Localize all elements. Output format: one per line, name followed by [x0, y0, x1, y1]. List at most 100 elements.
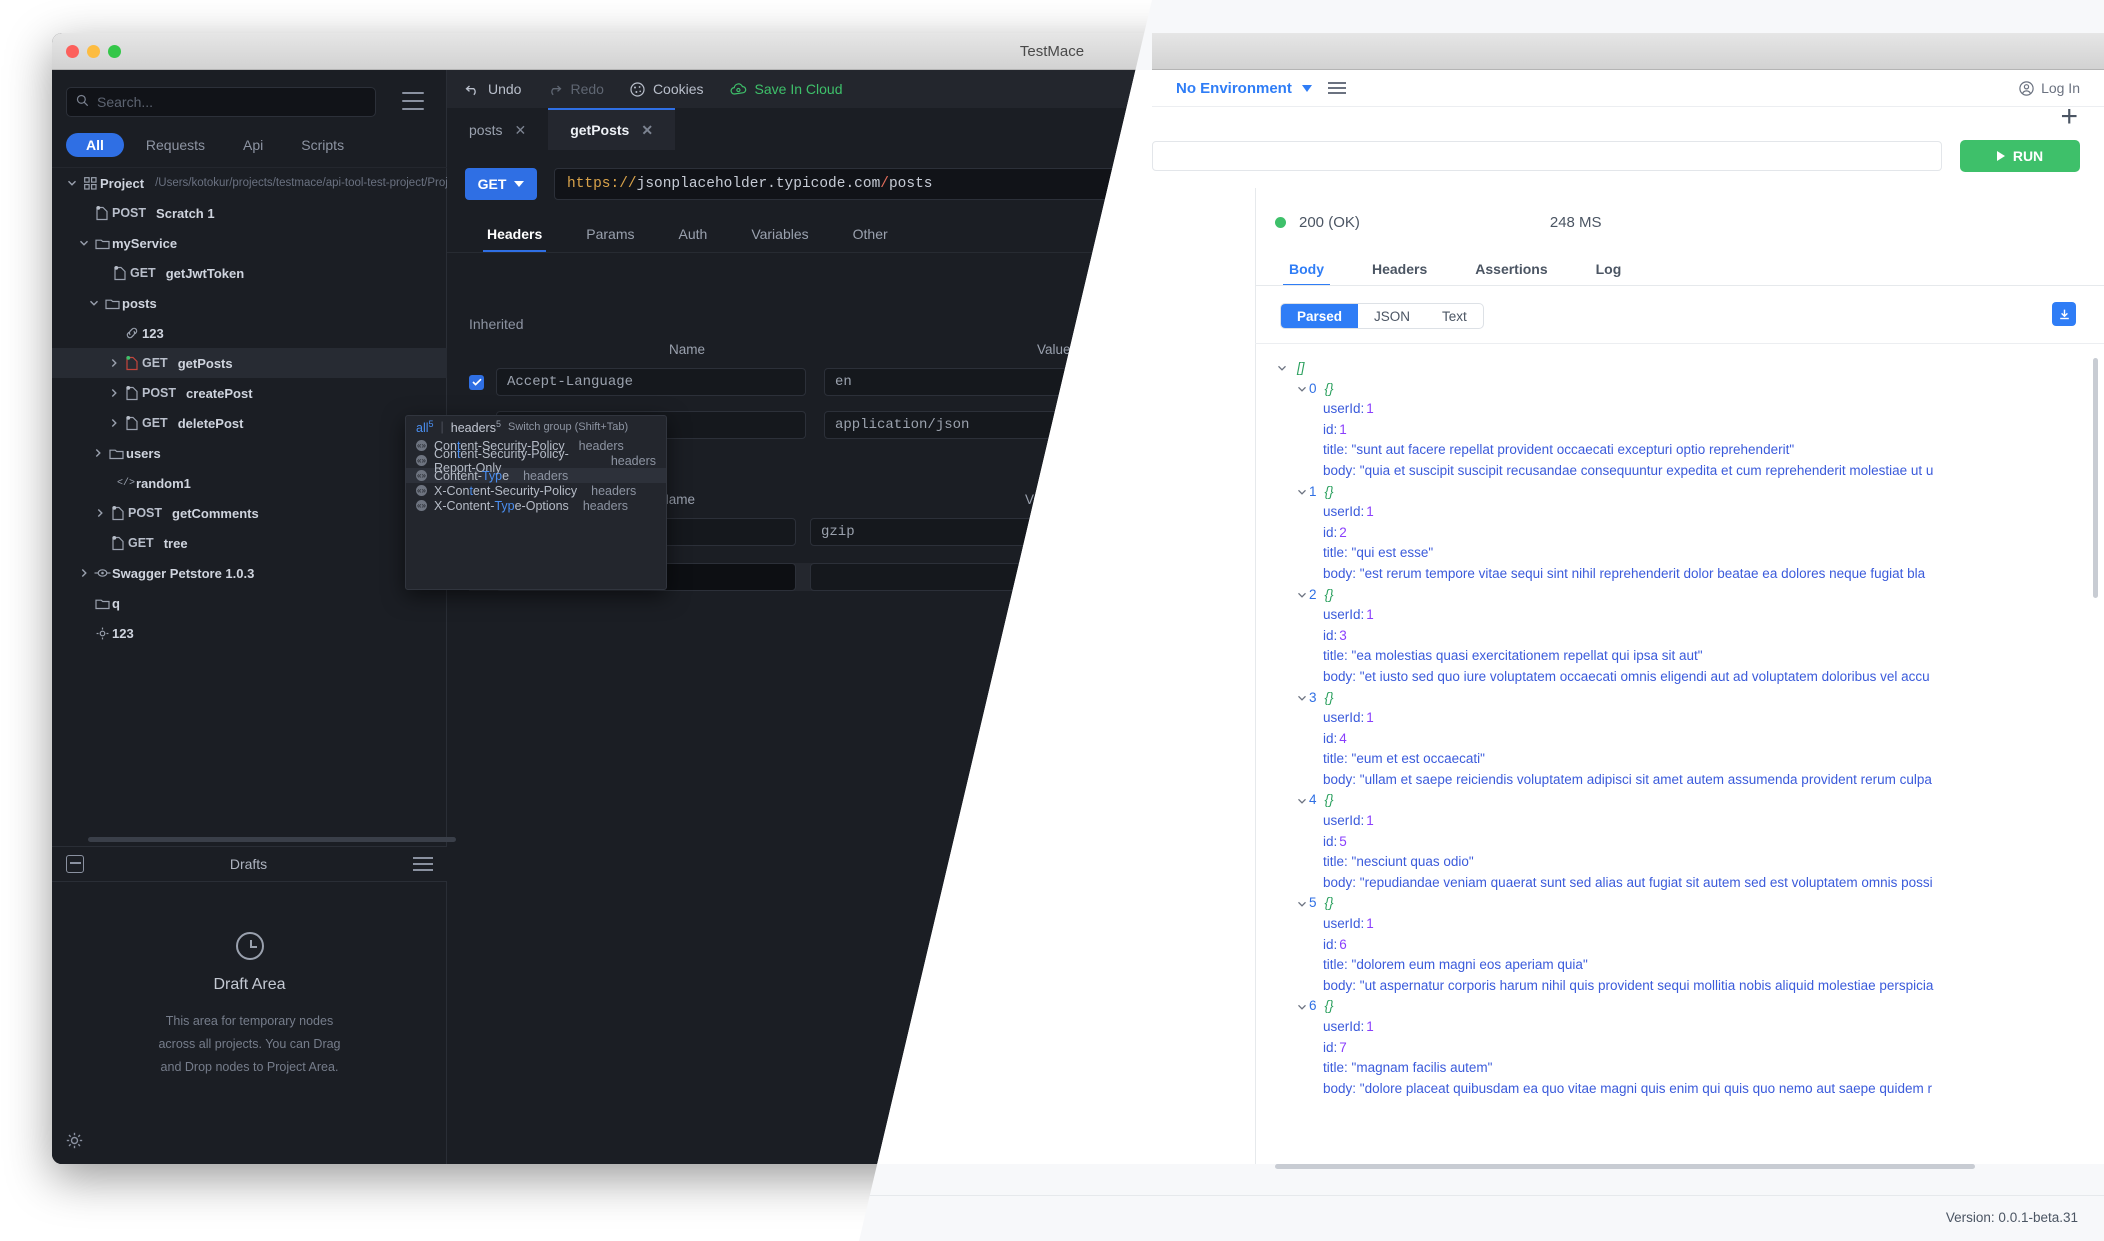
- json-vertical-scrollbar[interactable]: [2093, 358, 2098, 598]
- view-mode-parsed[interactable]: Parsed: [1281, 304, 1358, 328]
- light-url-input[interactable]: [1152, 141, 1942, 171]
- header-badge-icon: «»: [416, 470, 427, 481]
- tree-item-myservice[interactable]: myService: [52, 228, 447, 258]
- cookies-button[interactable]: Cookies: [630, 81, 704, 97]
- http-method-select[interactable]: GET: [465, 168, 537, 200]
- json-node[interactable]: 5 {}: [1275, 893, 2086, 914]
- settings-gear-icon[interactable]: [66, 1132, 83, 1154]
- tree-item-tree[interactable]: GET tree: [52, 528, 447, 558]
- chevron-right-icon[interactable]: [106, 358, 122, 368]
- json-index: 6: [1309, 996, 1317, 1017]
- chevron-right-icon[interactable]: [92, 508, 108, 518]
- environment-menu-icon[interactable]: [1328, 82, 1346, 94]
- chevron-down-icon[interactable]: [1275, 363, 1289, 373]
- json-node[interactable]: 1 {}: [1275, 482, 2086, 503]
- chevron-down-icon[interactable]: [1295, 693, 1309, 703]
- response-tab-log[interactable]: Log: [1572, 261, 1646, 286]
- tree-item-123-link[interactable]: 123: [52, 318, 447, 348]
- sidebar-horizontal-scrollbar[interactable]: [88, 837, 456, 842]
- login-button[interactable]: Log In: [2019, 80, 2080, 96]
- view-mode-json[interactable]: JSON: [1358, 304, 1426, 328]
- json-node[interactable]: 6 {}: [1275, 996, 2086, 1017]
- autocomplete-item[interactable]: «» Content-Security-Policy-Report-Only h…: [406, 453, 666, 468]
- tree-item-createpost[interactable]: POST createPost: [52, 378, 447, 408]
- json-node[interactable]: 4 {}: [1275, 790, 2086, 811]
- search-input[interactable]: Search...: [66, 87, 376, 117]
- save-in-cloud-button[interactable]: Save In Cloud: [730, 81, 843, 97]
- sidebar-filter-requests[interactable]: Requests: [130, 133, 221, 157]
- response-tab-assertions[interactable]: Assertions: [1451, 261, 1571, 286]
- header-enabled-checkbox[interactable]: [469, 375, 484, 390]
- environment-select[interactable]: No Environment: [1176, 80, 1292, 97]
- autocomplete-group-headers[interactable]: headers5: [451, 419, 501, 435]
- autocomplete-group-all[interactable]: all5: [416, 419, 434, 435]
- autocomplete-popup[interactable]: all5 | headers5 Switch group (Shift+Tab)…: [405, 415, 667, 590]
- tab-close-icon[interactable]: ✕: [641, 122, 653, 139]
- chevron-right-icon[interactable]: [90, 448, 106, 458]
- sidebar-filter-scripts[interactable]: Scripts: [285, 133, 360, 157]
- chevron-down-icon[interactable]: [1295, 1002, 1309, 1012]
- chevron-down-icon[interactable]: [86, 298, 102, 308]
- chevron-right-icon[interactable]: [106, 418, 122, 428]
- json-leaf: title: "magnam facilis autem": [1275, 1058, 2086, 1079]
- undo-button[interactable]: Undo: [465, 81, 521, 97]
- tree-item-123-node[interactable]: 123: [52, 618, 447, 648]
- sidebar-filter-api[interactable]: Api: [227, 133, 279, 157]
- json-root[interactable]: []: [1275, 358, 2086, 379]
- chevron-right-icon[interactable]: [106, 388, 122, 398]
- tree-item-getjwttoken[interactable]: GET getJwtToken: [52, 258, 447, 288]
- chevron-down-icon[interactable]: [1295, 899, 1309, 909]
- request-tab-getposts[interactable]: getPosts ✕: [548, 108, 675, 150]
- tree-item-users-folder[interactable]: users: [52, 438, 447, 468]
- view-mode-text[interactable]: Text: [1426, 304, 1483, 328]
- run-button[interactable]: RUN: [1960, 140, 2080, 172]
- chevron-down-icon[interactable]: [1295, 487, 1309, 497]
- chevron-down-icon[interactable]: [1295, 796, 1309, 806]
- response-tab-headers[interactable]: Headers: [1348, 261, 1451, 286]
- chevron-right-icon[interactable]: [76, 568, 92, 578]
- json-brace: {}: [1325, 688, 1334, 709]
- collapse-icon[interactable]: [66, 855, 84, 873]
- tree-item-project[interactable]: Project /Users/kotokur/projects/testmace…: [52, 168, 447, 198]
- tree-item-deletepost[interactable]: GET deletePost: [52, 408, 447, 438]
- request-tab-posts[interactable]: posts ✕: [447, 108, 548, 150]
- download-button[interactable]: [2052, 302, 2076, 326]
- play-icon: [1997, 151, 2005, 161]
- tab-close-icon[interactable]: ✕: [514, 122, 526, 139]
- tab-params[interactable]: Params: [564, 226, 656, 252]
- autocomplete-item-highlighted[interactable]: «» Content-Type headers: [406, 468, 666, 483]
- json-node[interactable]: 2 {}: [1275, 585, 2086, 606]
- autocomplete-item[interactable]: «» X-Content-Security-Policy headers: [406, 483, 666, 498]
- json-node[interactable]: 3 {}: [1275, 688, 2086, 709]
- chevron-down-icon[interactable]: [64, 178, 80, 188]
- json-node[interactable]: 0 {}: [1275, 379, 2086, 400]
- chevron-down-icon[interactable]: [1295, 590, 1309, 600]
- autocomplete-item[interactable]: «» X-Content-Type-Options headers: [406, 498, 666, 513]
- tree-item-q-folder[interactable]: q: [52, 588, 447, 618]
- sidebar-filter-all[interactable]: All: [66, 133, 124, 157]
- chevron-down-icon[interactable]: [1302, 85, 1312, 92]
- chevron-down-icon[interactable]: [1295, 384, 1309, 394]
- header-name-input[interactable]: Accept-Language: [496, 368, 806, 396]
- json-horizontal-scrollbar[interactable]: [1275, 1164, 1975, 1169]
- tab-variables[interactable]: Variables: [729, 226, 830, 252]
- drafts-menu-icon[interactable]: [413, 857, 433, 870]
- tree-item-getcomments[interactable]: POST getComments: [52, 498, 447, 528]
- tab-other[interactable]: Other: [831, 226, 910, 252]
- tree-item-getposts[interactable]: GET getPosts: [52, 348, 447, 378]
- tree-item-swagger-petstore[interactable]: Swagger Petstore 1.0.3: [52, 558, 447, 588]
- json-brace: {}: [1325, 585, 1334, 606]
- add-tab-icon[interactable]: +: [2060, 102, 2078, 132]
- tree-item-posts-folder[interactable]: posts: [52, 288, 447, 318]
- tab-headers[interactable]: Headers: [465, 226, 564, 252]
- screenshot-root: TestMace Search... All Requests Api Scri…: [0, 0, 2104, 1241]
- tree-item-scratch-1[interactable]: POST Scratch 1: [52, 198, 447, 228]
- sidebar-menu-icon[interactable]: [402, 92, 424, 110]
- tab-auth[interactable]: Auth: [657, 226, 730, 252]
- chevron-down-icon[interactable]: [76, 238, 92, 248]
- response-tab-body[interactable]: Body: [1265, 261, 1348, 286]
- redo-button[interactable]: Redo: [547, 81, 603, 97]
- json-tree-viewer[interactable]: [] 0 {} userId:1 id:1 title: "sunt aut f…: [1275, 358, 2086, 1156]
- tree-item-label: q: [112, 596, 120, 611]
- tree-item-random1[interactable]: </> random1: [52, 468, 447, 498]
